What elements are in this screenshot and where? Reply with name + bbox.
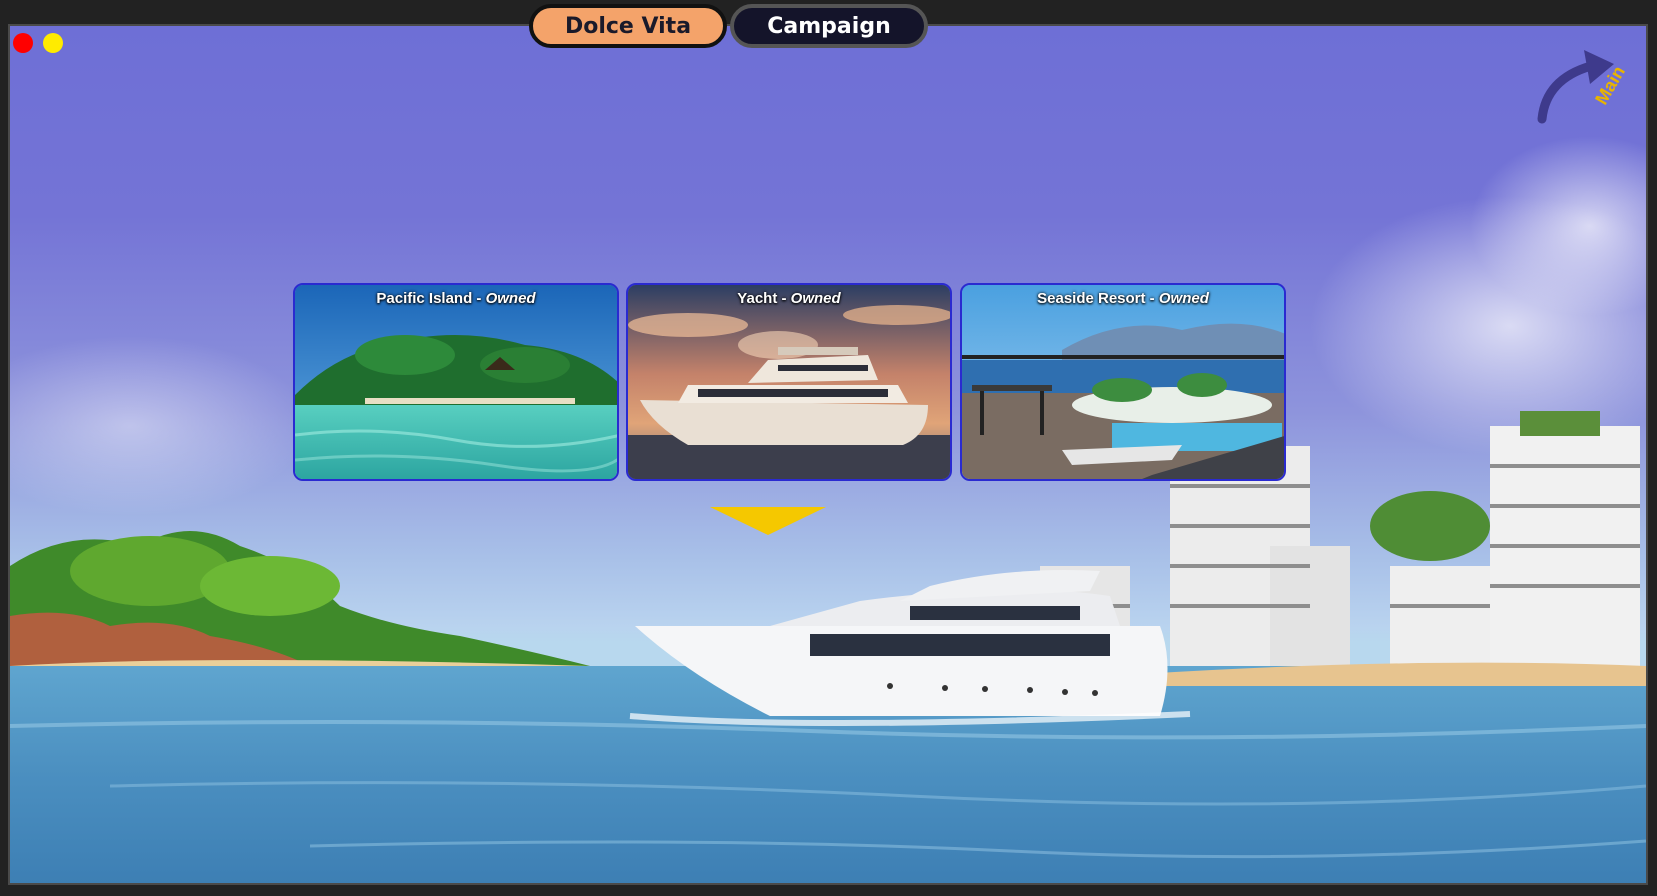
- property-caption: Yacht - Owned: [628, 290, 950, 307]
- caption-separator: -: [777, 290, 791, 307]
- close-dot[interactable]: [13, 33, 33, 53]
- property-card-pacific-island[interactable]: Pacific Island - Owned: [293, 283, 619, 481]
- caption-separator: -: [1145, 290, 1159, 307]
- selection-pointer-icon: [710, 507, 826, 535]
- property-status: Owned: [485, 290, 536, 307]
- property-name: Yacht: [737, 290, 778, 307]
- property-card-seaside-resort[interactable]: Seaside Resort - Owned: [960, 283, 1286, 481]
- seaside-resort-image: [962, 285, 1284, 479]
- minimize-dot[interactable]: [43, 33, 63, 53]
- caption-separator: -: [472, 290, 486, 307]
- tab-dolce-vita[interactable]: Dolce Vita: [529, 4, 727, 48]
- property-status: Owned: [1158, 290, 1209, 307]
- property-name: Seaside Resort: [1037, 290, 1146, 307]
- property-caption: Pacific Island - Owned: [295, 290, 617, 307]
- game-frame: Dolce Vita Campaign Main Pacific Island …: [0, 0, 1657, 896]
- pacific-island-image: [295, 285, 617, 479]
- tab-campaign[interactable]: Campaign: [730, 4, 928, 48]
- property-caption: Seaside Resort - Owned: [962, 290, 1284, 307]
- property-card-yacht[interactable]: Yacht - Owned: [626, 283, 952, 481]
- property-name: Pacific Island: [376, 290, 473, 307]
- property-status: Owned: [790, 290, 841, 307]
- yacht-image: [628, 285, 950, 479]
